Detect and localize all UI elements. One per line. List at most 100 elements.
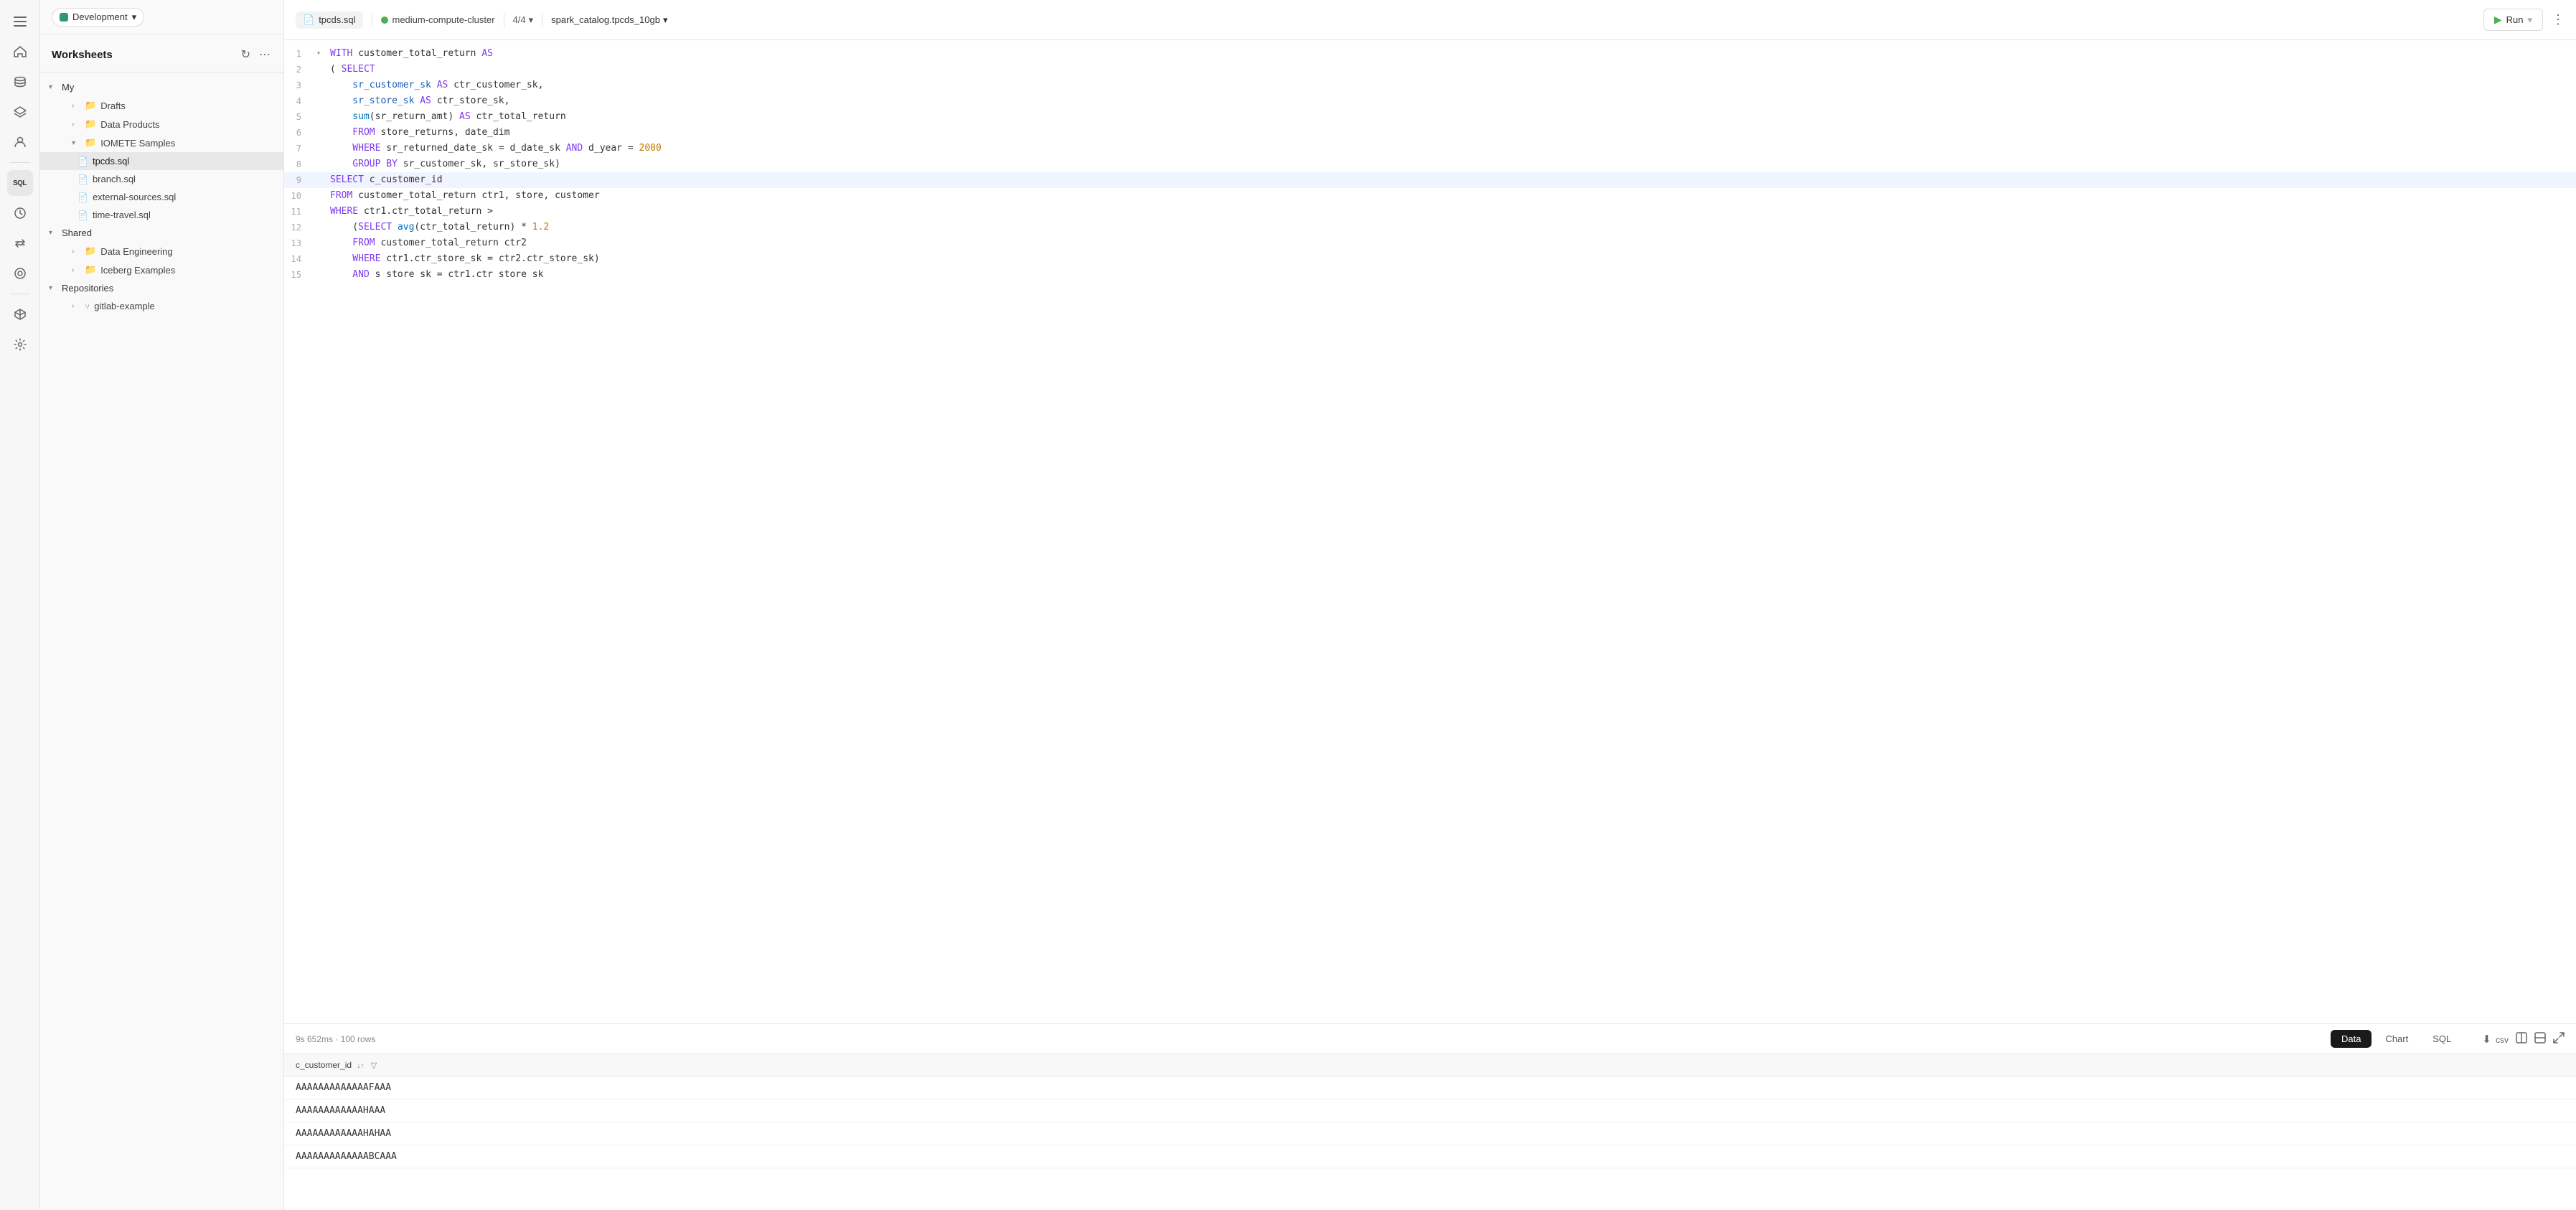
transfer-icon[interactable] [7,230,33,256]
data-engineering-label: Data Engineering [100,246,172,257]
table-row: AAAAAAAAAAAAAFAAA [284,1077,2576,1099]
sidebar-section-repositories[interactable]: ▾ Repositories [40,279,283,297]
sidebar-item-external-sources-sql[interactable]: 📄 external-sources.sql [40,188,283,206]
gitlab-chevron-icon: › [72,302,80,310]
drafts-label: Drafts [100,100,126,111]
drafts-chevron-icon: › [72,102,80,110]
sidebar-item-drafts[interactable]: › 📁 Drafts [40,96,283,115]
line-content: WHERE ctr1.ctr_total_return > [324,204,2576,220]
catalog-chevron-icon: ▾ [663,14,668,26]
page-numbers: 4/4 [513,14,526,25]
sort-icon[interactable]: ↓↑ [357,1062,364,1070]
cell-c-customer-id: AAAAAAAAAAAAAFAAA [284,1077,2576,1099]
tab-data[interactable]: Data [2331,1030,2371,1048]
results-tabs: Data Chart SQL [2331,1030,2462,1048]
split-horizontal-button[interactable] [2534,1032,2546,1046]
split-view-button[interactable] [2516,1032,2527,1046]
data-products-folder-icon: 📁 [85,118,96,130]
dev-environment-pill[interactable]: Development ▾ [52,8,144,27]
iceberg-folder-icon: 📁 [85,264,96,276]
line-number: 9 [284,172,313,188]
refresh-button[interactable]: ↻ [240,46,252,63]
layers-icon[interactable] [7,99,33,125]
column-name: c_customer_id [296,1060,352,1070]
run-play-icon: ▶ [2494,14,2502,26]
iomete-chevron-icon: ▾ [72,139,80,147]
code-editor[interactable]: 1▾WITH customer_total_return AS2( SELECT… [284,40,2576,1023]
cube-icon[interactable] [7,301,33,327]
line-number: 2 [284,62,313,78]
repositories-label: Repositories [62,283,113,294]
gitlab-fork-icon: ⑂ [85,301,90,311]
more-options-button[interactable]: ⋯ [258,46,272,63]
cluster-indicator[interactable]: medium-compute-cluster [381,14,495,25]
data-eng-chevron-icon: › [72,248,80,255]
expand-button[interactable] [2553,1032,2565,1046]
database-icon[interactable] [7,69,33,95]
line-content: (SELECT avg(ctr_total_return) * 1.2 [324,220,2576,235]
csv-label: csv [2496,1035,2509,1045]
data-products-label: Data Products [100,119,159,130]
line-content: AND s store sk = ctr1.ctr store sk [324,267,2576,283]
circle-target-icon[interactable] [7,261,33,286]
fold-icon[interactable]: ▾ [313,46,324,62]
sidebar-item-tpcds-sql[interactable]: 📄 tpcds.sql [40,152,283,170]
code-line-10: 10 FROM customer_total_return ctr1, store… [284,188,2576,204]
sidebar-item-branch-sql[interactable]: 📄 branch.sql [40,170,283,188]
results-table: c_customer_id ↓↑ ▽ AAAAAAAAAAAAAFAAAAAAA… [284,1054,2576,1210]
sidebar-section-my[interactable]: ▾ My [40,78,283,96]
filter-icon[interactable]: ▽ [371,1061,377,1070]
line-number: 15 [284,267,313,283]
results-actions: ⬇ csv [2482,1032,2565,1046]
sidebar-item-time-travel-sql[interactable]: 📄 time-travel.sql [40,206,283,224]
branch-sql-label: branch.sql [93,174,136,184]
sidebar-item-gitlab-example[interactable]: › ⑂ gitlab-example [40,297,283,315]
sidebar-actions: ↻ ⋯ [240,46,272,63]
cell-c-customer-id: AAAAAAAAAAAAABCAAA [284,1145,2576,1168]
cell-c-customer-id: AAAAAAAAAAAAHAHAA [284,1122,2576,1145]
results-toolbar: 9s 652ms · 100 rows Data Chart SQL ⬇ csv [284,1024,2576,1054]
iomete-folder-icon: 📁 [85,137,96,149]
catalog-selector[interactable]: spark_catalog.tpcds_10gb ▾ [551,14,667,26]
page-indicator[interactable]: 4/4 ▾ [513,14,534,26]
run-label: Run [2506,14,2524,25]
table-row: AAAAAAAAAAAAHAAA [284,1099,2576,1122]
line-content: FROM customer_total_return ctr1, store, … [324,188,2576,204]
sidebar-item-data-engineering[interactable]: › 📁 Data Engineering [40,242,283,261]
sql-worksheet-icon[interactable]: SQL [7,170,33,196]
code-line-15: 15 AND s store sk = ctr1.ctr store sk [284,267,2576,283]
sidebar-item-iceberg-examples[interactable]: › 📁 Iceberg Examples [40,261,283,279]
line-content: WHERE sr_returned_date_sk = d_date_sk AN… [324,141,2576,156]
home-icon[interactable] [7,39,33,65]
line-number: 12 [284,220,313,235]
repos-chevron-icon: ▾ [49,284,57,292]
line-number: 10 [284,188,313,204]
tab-filename: tpcds.sql [319,14,355,25]
gitlab-example-label: gitlab-example [94,301,155,311]
column-header-c-customer-id[interactable]: c_customer_id ↓↑ ▽ [284,1054,2576,1077]
tab-chart[interactable]: Chart [2374,1030,2419,1048]
file-tab[interactable]: 📄 tpcds.sql [296,11,363,29]
cluster-status-dot [381,17,388,24]
results-meta: 9s 652ms · 100 rows [296,1034,375,1044]
line-number: 6 [284,125,313,141]
topbar-more-button[interactable]: ⋮ [2552,12,2565,27]
clock-icon[interactable] [7,200,33,226]
line-number: 13 [284,235,313,251]
run-chevron-icon: ▾ [2527,14,2532,26]
sidebar-title: Worksheets [52,49,113,61]
sidebar-item-iomete-samples[interactable]: ▾ 📁 IOMETE Samples [40,133,283,152]
tab-sql[interactable]: SQL [2422,1030,2462,1048]
line-content: FROM customer_total_return ctr2 [324,235,2576,251]
download-csv-button[interactable]: ⬇ csv [2482,1033,2509,1046]
menu-icon[interactable] [7,9,33,34]
person-icon[interactable] [7,129,33,155]
line-number: 1 [284,46,313,62]
my-label: My [62,82,74,93]
sidebar-section-shared[interactable]: ▾ Shared [40,224,283,242]
run-button[interactable]: ▶ Run ▾ [2483,9,2543,31]
gear-icon[interactable] [7,332,33,357]
dev-dot [60,13,68,22]
sidebar-item-data-products[interactable]: › 📁 Data Products [40,115,283,133]
code-line-6: 6 FROM store_returns, date_dim [284,125,2576,141]
